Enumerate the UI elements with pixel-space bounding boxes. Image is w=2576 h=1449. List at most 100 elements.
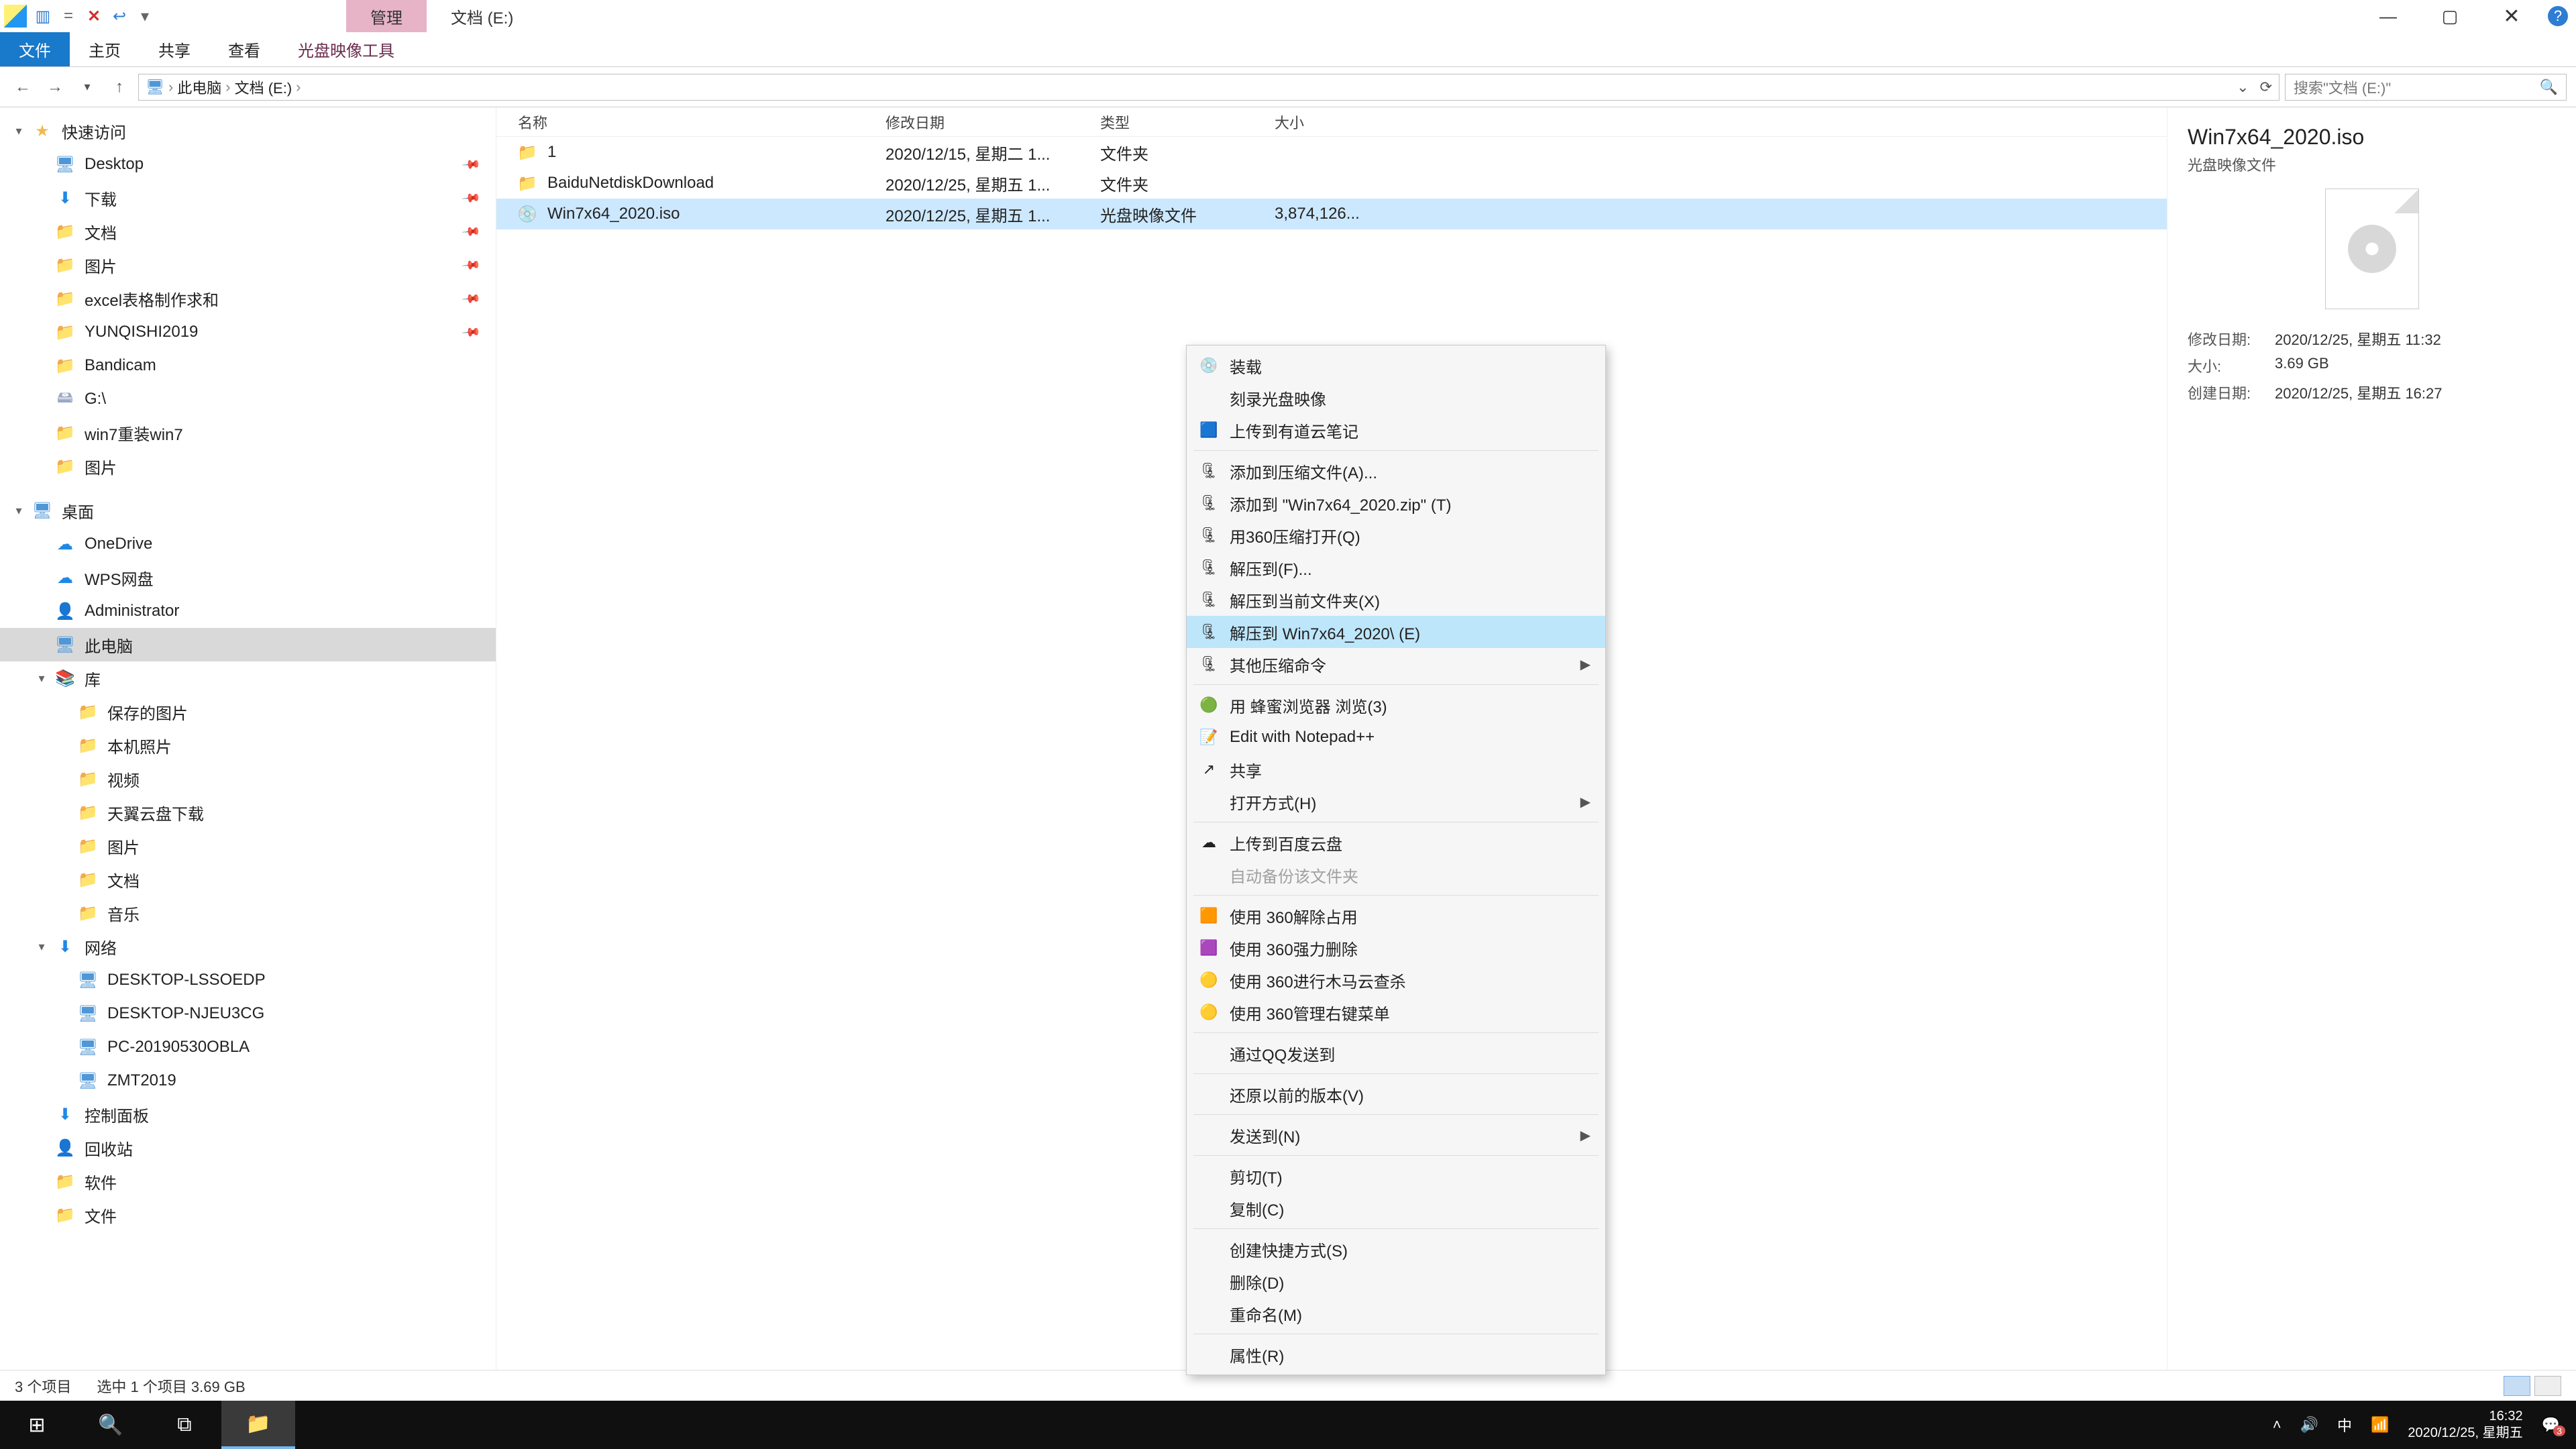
menu-item[interactable]: 🟪使用 360强力删除	[1187, 932, 1605, 964]
tray-overflow-icon[interactable]: ˄	[2273, 1416, 2282, 1434]
tree-item[interactable]: 📁本机照片	[0, 729, 496, 762]
tree-item[interactable]: 📁保存的图片	[0, 695, 496, 729]
help-button[interactable]: ?	[2548, 6, 2568, 26]
tree-item[interactable]: 📁视频	[0, 762, 496, 796]
tree-item[interactable]: 📁软件	[0, 1165, 496, 1198]
menu-item[interactable]: 重命名(M)	[1187, 1297, 1605, 1330]
column-headers[interactable]: 名称 修改日期 类型 大小	[496, 107, 2167, 137]
menu-item[interactable]: 📝Edit with Notepad++	[1187, 721, 1605, 753]
expand-icon[interactable]: ▾	[35, 672, 48, 686]
menu-item[interactable]: 💿装载	[1187, 350, 1605, 382]
menu-item[interactable]: 创建快捷方式(S)	[1187, 1233, 1605, 1265]
back-button[interactable]: ←	[9, 74, 36, 101]
qat-delete-icon[interactable]: ✕	[85, 7, 103, 25]
tree-item[interactable]: 📁图片	[0, 449, 496, 483]
tree-item[interactable]: 🖴G:\	[0, 382, 496, 416]
menu-item[interactable]: 刻录光盘映像	[1187, 382, 1605, 414]
file-row[interactable]: 📁BaiduNetdiskDownload2020/12/25, 星期五 1..…	[496, 168, 2167, 199]
menu-item[interactable]: 🗜解压到 Win7x64_2020\ (E)	[1187, 616, 1605, 648]
tree-item[interactable]: 📁文档	[0, 863, 496, 896]
details-view-button[interactable]	[2504, 1376, 2530, 1396]
address-bar[interactable]: 🖥 › 此电脑 › 文档 (E:) › ⌄ ⟳	[138, 74, 2279, 101]
menu-item[interactable]: ☁上传到百度云盘	[1187, 826, 1605, 859]
menu-item[interactable]: 🗜添加到 "Win7x64_2020.zip" (T)	[1187, 487, 1605, 519]
menu-item[interactable]: ↗共享	[1187, 753, 1605, 786]
tree-item[interactable]: 📁Bandicam	[0, 349, 496, 382]
taskbar-explorer-button[interactable]: 📁	[221, 1401, 295, 1449]
tree-item[interactable]: 📁excel表格制作求和📌	[0, 282, 496, 315]
address-dropdown-icon[interactable]: ⌄	[2237, 78, 2249, 96]
ime-icon[interactable]: 中	[2337, 1414, 2352, 1436]
tree-item[interactable]: 📁天翼云盘下载	[0, 796, 496, 829]
menu-item[interactable]: 🟢用 蜂蜜浏览器 浏览(3)	[1187, 689, 1605, 721]
tree-item[interactable]: 🖥ZMT2019	[0, 1064, 496, 1097]
up-button[interactable]: ↑	[106, 74, 133, 101]
tree-item[interactable]: ☁OneDrive	[0, 527, 496, 561]
search-box[interactable]: 搜索"文档 (E:)" 🔍	[2285, 74, 2567, 101]
tree-item[interactable]: ▾🖥桌面	[0, 494, 496, 527]
tree-item[interactable]: 🖥Desktop📌	[0, 148, 496, 181]
maximize-button[interactable]: ▢	[2419, 0, 2481, 32]
menu-item[interactable]: 属性(R)	[1187, 1338, 1605, 1371]
tree-item[interactable]: 👤Administrator	[0, 594, 496, 628]
ribbon-tab-share[interactable]: 共享	[140, 32, 209, 66]
file-row[interactable]: 📁12020/12/15, 星期二 1...文件夹	[496, 137, 2167, 168]
col-date[interactable]: 修改日期	[885, 111, 1100, 133]
expand-icon[interactable]: ▾	[12, 124, 25, 138]
tree-item[interactable]: 📁YUNQISHI2019📌	[0, 315, 496, 349]
task-view-button[interactable]: ⧉	[148, 1401, 221, 1449]
col-size[interactable]: 大小	[1275, 111, 1422, 133]
network-icon[interactable]: 📶	[2371, 1416, 2389, 1434]
menu-item[interactable]: 复制(C)	[1187, 1192, 1605, 1224]
menu-item[interactable]: 🟡使用 360管理右键菜单	[1187, 996, 1605, 1028]
tree-item[interactable]: 🖥DESKTOP-LSSOEDP	[0, 963, 496, 997]
tree-item[interactable]: ⬇下载📌	[0, 181, 496, 215]
tree-item[interactable]: ☁WPS网盘	[0, 561, 496, 594]
tree-item[interactable]: 🖥PC-20190530OBLA	[0, 1030, 496, 1064]
recent-locations-button[interactable]: ▾	[74, 74, 101, 101]
menu-item[interactable]: 🟧使用 360解除占用	[1187, 900, 1605, 932]
menu-item[interactable]: 发送到(N)▶	[1187, 1119, 1605, 1151]
refresh-button[interactable]: ⟳	[2260, 78, 2272, 96]
file-row[interactable]: 💿Win7x64_2020.iso2020/12/25, 星期五 1...光盘映…	[496, 199, 2167, 229]
menu-item[interactable]: 🗜用360压缩打开(Q)	[1187, 519, 1605, 551]
menu-item[interactable]: 🗜解压到当前文件夹(X)	[1187, 584, 1605, 616]
ribbon-tab-view[interactable]: 查看	[209, 32, 279, 66]
tree-item[interactable]: 🖥DESKTOP-NJEU3CG	[0, 997, 496, 1030]
tree-item[interactable]: 👤回收站	[0, 1131, 496, 1165]
tree-item[interactable]: ▾⬇网络	[0, 930, 496, 963]
tree-item[interactable]: 📁文档📌	[0, 215, 496, 248]
tree-item[interactable]: ▾★快速访问	[0, 114, 496, 148]
tree-item[interactable]: ▾📚库	[0, 661, 496, 695]
ribbon-tab-disc-image-tools[interactable]: 光盘映像工具	[279, 32, 413, 66]
menu-item[interactable]: 剪切(T)	[1187, 1160, 1605, 1192]
menu-item[interactable]: 🟦上传到有道云笔记	[1187, 414, 1605, 446]
menu-item[interactable]: 🟡使用 360进行木马云查杀	[1187, 964, 1605, 996]
menu-item[interactable]: 通过QQ发送到	[1187, 1037, 1605, 1069]
forward-button[interactable]: →	[42, 74, 68, 101]
action-center-icon[interactable]: 💬 3	[2542, 1416, 2560, 1434]
volume-icon[interactable]: 🔊	[2300, 1416, 2318, 1434]
thumbnails-view-button[interactable]	[2534, 1376, 2561, 1396]
menu-item[interactable]: 🗜添加到压缩文件(A)...	[1187, 455, 1605, 487]
menu-item[interactable]: 删除(D)	[1187, 1265, 1605, 1297]
taskbar-clock[interactable]: 16:32 2020/12/25, 星期五	[2408, 1408, 2522, 1442]
tree-item[interactable]: ⬇控制面板	[0, 1097, 496, 1131]
expand-icon[interactable]: ▾	[35, 940, 48, 954]
menu-item[interactable]: 打开方式(H)▶	[1187, 786, 1605, 818]
ribbon-tab-file[interactable]: 文件	[0, 32, 70, 66]
minimize-button[interactable]: —	[2357, 0, 2419, 32]
tree-item[interactable]: 📁win7重装win7	[0, 416, 496, 449]
ribbon-tab-home[interactable]: 主页	[70, 32, 140, 66]
qat-open-icon[interactable]: ▥	[34, 7, 52, 25]
context-tab-manage[interactable]: 管理	[346, 0, 427, 32]
tree-item[interactable]: 🖥此电脑	[0, 628, 496, 661]
tree-item[interactable]: 📁音乐	[0, 896, 496, 930]
menu-item[interactable]: 🗜其他压缩命令▶	[1187, 648, 1605, 680]
close-button[interactable]: ✕	[2481, 0, 2542, 32]
qat-undo-icon[interactable]: ↩	[110, 7, 129, 25]
taskbar-search-button[interactable]: 🔍	[74, 1401, 148, 1449]
navigation-pane[interactable]: ▾★快速访问🖥Desktop📌⬇下载📌📁文档📌📁图片📌📁excel表格制作求和📌…	[0, 107, 496, 1370]
menu-item[interactable]: 还原以前的版本(V)	[1187, 1078, 1605, 1110]
start-button[interactable]: ⊞	[0, 1401, 74, 1449]
